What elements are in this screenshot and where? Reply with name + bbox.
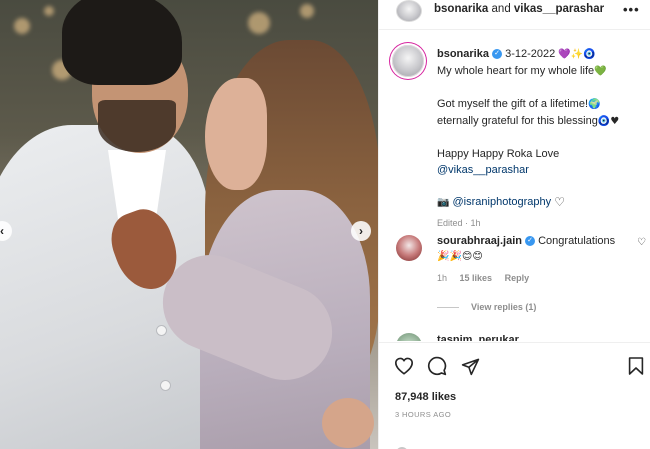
save-button[interactable] <box>625 355 647 377</box>
hand <box>322 398 374 448</box>
edited-timestamp: Edited · 1h <box>437 218 481 228</box>
commenter-avatar[interactable] <box>396 333 422 341</box>
commenter-username[interactable]: tasnim_nerukar <box>437 334 519 341</box>
comment-text: Congratulations <box>538 235 616 247</box>
post-authors: bsonarika and vikas__parashar <box>434 3 604 15</box>
bokeh-light <box>248 12 270 34</box>
verified-badge-icon: ✓ <box>492 49 503 60</box>
caption-date: 3-12-2022 <box>505 48 556 60</box>
share-button[interactable] <box>459 355 481 377</box>
commenter-username[interactable]: sourabhraaj.jain <box>437 235 522 247</box>
replies-divider <box>437 306 459 308</box>
man-beard <box>98 100 176 152</box>
comment-emojis: 🎉🎉😊😊 <box>437 251 483 262</box>
comment-time: 1h <box>437 273 448 283</box>
comment-icon <box>427 356 447 376</box>
caption-username[interactable]: bsonarika <box>437 48 489 60</box>
caption-line: Got myself the gift of a lifetime! <box>437 98 589 110</box>
comment-button[interactable] <box>426 355 448 377</box>
view-replies-label: View replies (1) <box>471 302 537 312</box>
heart-icon <box>395 357 413 375</box>
verified-badge-icon: ✓ <box>525 236 536 247</box>
reply-button[interactable]: Reply <box>505 273 530 283</box>
man-hair <box>62 0 182 85</box>
post-header: bsonarika and vikas__parashar ••• <box>379 0 650 30</box>
caption-avatar[interactable] <box>392 45 424 77</box>
author-separator: and <box>488 3 514 15</box>
comment-meta: 1h 15 likes Reply <box>437 270 633 286</box>
coauthor-username[interactable]: vikas__parashar <box>514 3 604 15</box>
caption-emoji: 🧿♥ <box>597 116 620 127</box>
photographer-link[interactable]: @israniphotography <box>453 196 552 208</box>
comments-scroll-area[interactable]: bsonarika ✓ 3-12-2022 💜✨🧿 My whole heart… <box>379 31 650 341</box>
author-username[interactable]: bsonarika <box>434 3 488 15</box>
view-replies-button[interactable]: View replies (1) <box>437 302 536 312</box>
post-time[interactable]: 3 HOURS AGO <box>395 410 451 419</box>
like-button[interactable] <box>393 355 415 377</box>
post-side-panel: bsonarika and vikas__parashar ••• bsonar… <box>378 0 650 449</box>
post-photo[interactable]: ‹ › <box>0 0 378 449</box>
chevron-left-icon: ‹ <box>0 224 4 238</box>
caption-emoji: 🌍 <box>588 99 601 110</box>
caption-line: My whole heart for my whole life <box>437 65 595 77</box>
comment-like-heart-icon[interactable]: ♡ <box>637 237 646 248</box>
suit-button <box>156 325 167 336</box>
emoji-icons: 💜✨🧿 <box>558 49 596 60</box>
bokeh-light <box>44 6 54 16</box>
mention-link[interactable]: @vikas__parashar <box>437 164 529 176</box>
next-comment-peek: tasnim_nerukar <box>379 331 650 341</box>
share-icon <box>461 358 479 375</box>
avatar[interactable] <box>396 0 422 22</box>
post-caption: bsonarika ✓ 3-12-2022 💜✨🧿 My whole heart… <box>437 46 645 231</box>
caption-emoji: 💚 <box>594 66 607 77</box>
next-photo-button[interactable]: › <box>351 221 371 241</box>
commenter-avatar[interactable] <box>396 235 422 261</box>
woman-face <box>205 78 267 190</box>
comment-likes[interactable]: 15 likes <box>460 273 493 283</box>
bookmark-icon <box>628 357 644 375</box>
post-actions: 87,948 likes 3 HOURS AGO <box>379 342 650 449</box>
heart-outline-icon: ♡ <box>554 195 565 210</box>
suit-button <box>160 380 171 391</box>
caption-line: eternally grateful for this blessing <box>437 115 598 127</box>
bokeh-light <box>14 18 30 34</box>
caption-line: Happy Happy Roka Love <box>437 148 560 160</box>
chevron-right-icon: › <box>359 224 363 238</box>
more-options-icon[interactable]: ••• <box>623 2 640 17</box>
likes-count[interactable]: 87,948 likes <box>395 391 456 403</box>
comment-body: sourabhraaj.jain ✓ Congratulations 🎉🎉😊😊 … <box>437 233 633 286</box>
camera-icon: 📷 <box>437 197 450 208</box>
bokeh-light <box>300 4 314 18</box>
